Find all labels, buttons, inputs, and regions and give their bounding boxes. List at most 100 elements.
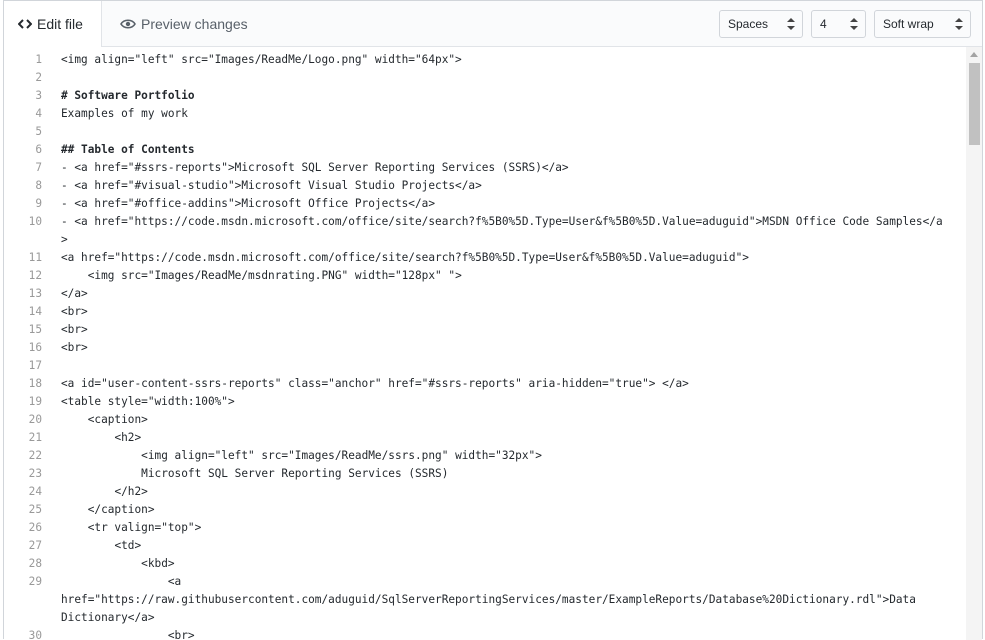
line-code[interactable]: <td> [61,537,946,555]
line-number: 24 [28,485,42,498]
select-arrows-icon [787,18,795,30]
line-code[interactable]: <caption> [61,411,946,429]
line-number: 12 [28,269,42,282]
tab-edit-file[interactable]: Edit file [4,1,102,47]
code-line[interactable]: 28 <kbd> [4,555,964,573]
scroll-up-arrow-icon[interactable] [970,52,978,57]
line-code[interactable] [61,357,946,375]
line-code[interactable]: </caption> [61,501,946,519]
line-code[interactable]: <br> [61,321,946,339]
code-line[interactable]: 3 # Software Portfolio [4,87,964,105]
line-number: 6 [35,143,42,156]
line-number: 11 [28,251,42,264]
line-code[interactable]: <h2> [61,429,946,447]
line-code[interactable]: <br> [61,303,946,321]
code-line[interactable]: 13 </a> [4,285,964,303]
line-code[interactable]: Examples of my work [61,105,946,123]
code-line[interactable]: 12 <img src="Images/ReadMe/msdnrating.PN… [4,267,964,285]
code-line[interactable]: 9 - <a href="#office-addins">Microsoft Of… [4,195,964,213]
code-line[interactable]: 10 - <a href="https://code.msdn.microsoft… [4,213,964,249]
line-code[interactable]: <img align="left" src="Images/ReadMe/Log… [61,51,946,69]
line-code[interactable]: <br> [61,339,946,357]
code-line[interactable]: 8 - <a href="#visual-studio">Microsoft Vi… [4,177,964,195]
line-number: 27 [28,539,42,552]
line-number: 23 [28,467,42,480]
line-number: 15 [28,323,42,336]
indent-mode-value: Spaces [728,17,769,31]
line-number: 7 [35,161,42,174]
scrollbar-thumb[interactable] [969,63,980,145]
code-line[interactable]: 26 <tr valign="top"> [4,519,964,537]
line-number: 14 [28,305,42,318]
select-arrows-icon [850,18,858,30]
line-code[interactable]: <a href="https://code.msdn.microsoft.com… [61,249,946,267]
code-line[interactable]: 21 <h2> [4,429,964,447]
editor-toolbar: Edit file Preview changes Spaces 4 Soft … [4,1,982,47]
line-code[interactable]: <img align="left" src="Images/ReadMe/ssr… [61,447,946,465]
line-code[interactable]: </a> [61,285,946,303]
line-number: 10 [28,215,42,228]
line-code[interactable]: Microsoft SQL Server Reporting Services … [61,465,946,483]
line-code[interactable]: <a href="https://raw.githubusercontent.c… [61,573,946,627]
line-number: 26 [28,521,42,534]
indent-mode-select[interactable]: Spaces [719,10,803,38]
line-number: 22 [28,449,42,462]
code-line[interactable]: 14 <br> [4,303,964,321]
wrap-mode-value: Soft wrap [883,17,934,31]
line-code[interactable]: <a id="user-content-ssrs-reports" class=… [61,375,946,393]
select-arrows-icon [955,18,963,30]
code-line[interactable]: 15 <br> [4,321,964,339]
code-line[interactable]: 25 </caption> [4,501,964,519]
code-line[interactable]: 1 <img align="left" src="Images/ReadMe/Lo… [4,47,964,69]
code-line[interactable]: 7 - <a href="#ssrs-reports">Microsoft SQL… [4,159,964,177]
line-code[interactable]: # Software Portfolio [61,87,946,105]
wrap-mode-select[interactable]: Soft wrap [874,10,971,38]
code-line[interactable]: 23 Microsoft SQL Server Reporting Servic… [4,465,964,483]
line-code[interactable]: - <a href="#ssrs-reports">Microsoft SQL … [61,159,946,177]
code-line[interactable]: 17 [4,357,964,375]
code-line[interactable]: 20 <caption> [4,411,964,429]
code-line[interactable]: 19 <table style="width:100%"> [4,393,964,411]
code-line[interactable]: 24 </h2> [4,483,964,501]
line-number: 17 [28,359,42,372]
line-code[interactable] [61,69,946,87]
line-number: 25 [28,503,42,516]
line-number: 4 [35,107,42,120]
code-line[interactable]: 27 <td> [4,537,964,555]
code-line[interactable]: 18 <a id="user-content-ssrs-reports" clas… [4,375,964,393]
line-number: 29 [28,575,42,588]
line-code[interactable]: - <a href="#office-addins">Microsoft Off… [61,195,946,213]
line-number: 3 [35,89,42,102]
line-code[interactable]: <tr valign="top"> [61,519,946,537]
line-code[interactable]: - <a href="https://code.msdn.microsoft.c… [61,213,946,249]
line-number: 21 [28,431,42,444]
line-code[interactable] [61,123,946,141]
line-code[interactable]: <img src="Images/ReadMe/msdnrating.PNG" … [61,267,946,285]
code-line[interactable]: 29 <a href="https://raw.githubuserconten… [4,573,964,627]
line-number: 8 [35,179,42,192]
line-code[interactable]: ## Table of Contents [61,141,946,159]
line-number: 2 [35,71,42,84]
line-number: 20 [28,413,42,426]
line-number: 19 [28,395,42,408]
line-code[interactable]: </h2> [61,483,946,501]
code-line[interactable]: 30 <br> [4,627,964,640]
code-editor[interactable]: 1 <img align="left" src="Images/ReadMe/Lo… [4,47,964,640]
indent-size-select[interactable]: 4 [811,10,866,38]
code-line[interactable]: 16 <br> [4,339,964,357]
line-code[interactable]: <kbd> [61,555,946,573]
tab-preview-changes[interactable]: Preview changes [120,1,248,47]
code-line[interactable]: 22 <img align="left" src="Images/ReadMe/… [4,447,964,465]
code-icon [18,19,32,29]
code-line[interactable]: 6 ## Table of Contents [4,141,964,159]
code-line[interactable]: 4 Examples of my work [4,105,964,123]
line-code[interactable]: <br> [61,627,946,640]
vertical-scrollbar[interactable] [966,47,982,640]
code-line[interactable]: 2 [4,69,964,87]
code-line[interactable]: 5 [4,123,964,141]
indent-size-value: 4 [820,17,827,31]
line-code[interactable]: - <a href="#visual-studio">Microsoft Vis… [61,177,946,195]
code-line[interactable]: 11 <a href="https://code.msdn.microsoft.c… [4,249,964,267]
file-editor: Edit file Preview changes Spaces 4 Soft … [3,0,983,640]
line-code[interactable]: <table style="width:100%"> [61,393,946,411]
